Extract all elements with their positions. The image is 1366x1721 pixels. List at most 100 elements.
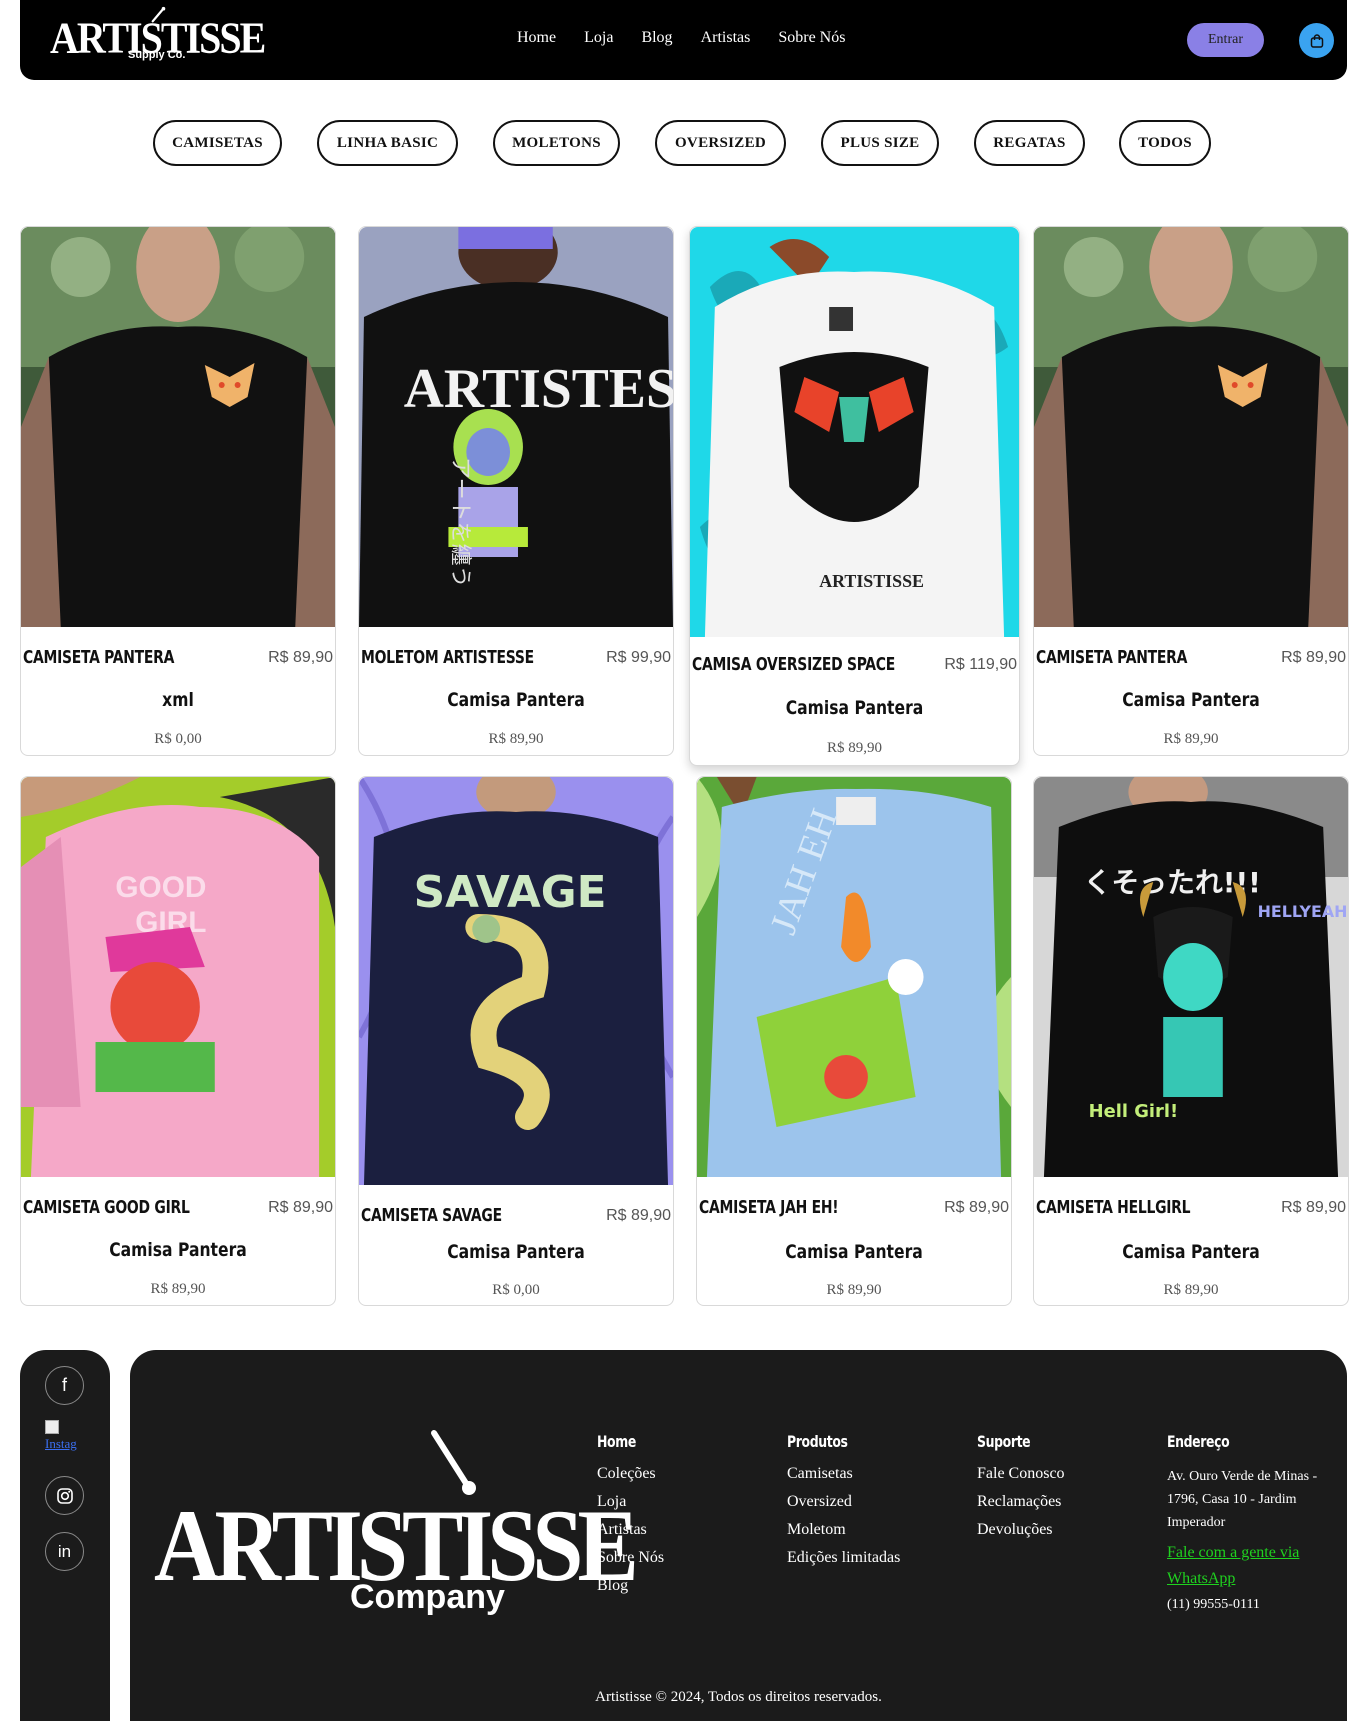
footer-link[interactable]: Sobre Nós	[597, 1549, 664, 1567]
product-name[interactable]: CAMISETA PANTERA	[23, 647, 174, 668]
category-plus-size[interactable]: PLUS SIZE	[821, 120, 939, 166]
footer-column-produtos: Produtos Camisetas Oversized Moletom Edi…	[787, 1432, 900, 1577]
svg-text:HELLYEAH: HELLYEAH	[1258, 902, 1348, 921]
product-card[interactable]: CAMISETA PANTERA R$ 89,90 xml R$ 0,00	[20, 226, 336, 756]
paintbrush-icon	[151, 6, 166, 23]
product-price: R$ 99,90	[606, 649, 671, 666]
logo-subtitle: Supply Co.	[128, 49, 186, 61]
nav-home[interactable]: Home	[517, 29, 556, 47]
product-subprice: R$ 89,90	[826, 1282, 882, 1298]
category-camisetas[interactable]: CAMISETAS	[153, 120, 282, 166]
product-card[interactable]: SAVAGE CAMISETA SAVAGE R$ 89,90 Camisa P…	[358, 776, 674, 1306]
product-card[interactable]: GOOD GIRL CAMISETA GOOD GIRL R$ 89,90 Ca…	[20, 776, 336, 1306]
login-button[interactable]: Entrar	[1187, 23, 1264, 57]
product-image[interactable]: SAVAGE	[359, 777, 673, 1185]
category-todos[interactable]: TODOS	[1119, 120, 1211, 166]
shopping-bag-icon	[1310, 33, 1323, 48]
product-name[interactable]: CAMISETA PANTERA	[1036, 647, 1187, 668]
product-price: R$ 89,90	[268, 649, 333, 666]
category-oversized[interactable]: OVERSIZED	[655, 120, 786, 166]
product-name[interactable]: CAMISETA SAVAGE	[361, 1205, 502, 1226]
main-nav: Home Loja Blog Artistas Sobre Nós	[517, 29, 873, 47]
product-name[interactable]: MOLETOM ARTISTESSE	[361, 647, 534, 668]
product-name[interactable]: CAMISETA JAH EH!	[699, 1197, 839, 1218]
product-subprice: R$ 0,00	[492, 1282, 540, 1298]
footer-link[interactable]: Blog	[597, 1577, 664, 1595]
linkedin-icon[interactable]: in	[45, 1532, 84, 1571]
footer-link[interactable]: Fale Conosco	[977, 1465, 1065, 1483]
product-price: R$ 89,90	[1281, 1199, 1346, 1216]
product-subtitle: Camisa Pantera	[1122, 1241, 1260, 1263]
cart-button[interactable]	[1299, 23, 1334, 58]
footer-column-title[interactable]: Produtos	[787, 1432, 875, 1451]
footer-link[interactable]: Oversized	[787, 1493, 900, 1511]
product-card[interactable]: CAMISETA PANTERA R$ 89,90 Camisa Pantera…	[1033, 226, 1349, 756]
category-regatas[interactable]: REGATAS	[974, 120, 1085, 166]
product-subtitle: Camisa Pantera	[447, 689, 585, 711]
product-subprice: R$ 0,00	[154, 731, 202, 747]
product-image[interactable]	[1034, 227, 1348, 627]
product-subprice: R$ 89,90	[1163, 1282, 1219, 1298]
product-image[interactable]: くそったれ!!! Hell Girl! HELLYEAH	[1034, 777, 1348, 1177]
product-price: R$ 119,90	[944, 656, 1017, 673]
nav-loja[interactable]: Loja	[584, 29, 613, 47]
product-card[interactable]: くそったれ!!! Hell Girl! HELLYEAH CAMISETA HE…	[1033, 776, 1349, 1306]
broken-image-alt: Instag	[45, 1436, 77, 1451]
footer-logo[interactable]: ARTISTISSE Company	[154, 1428, 639, 1628]
footer-link[interactable]: Devoluções	[977, 1521, 1065, 1539]
footer-column-home: Home Coleções Loja Artistas Sobre Nós Bl…	[597, 1432, 664, 1605]
footer-link[interactable]: Edições limitadas	[787, 1549, 900, 1567]
nav-sobre-nos[interactable]: Sobre Nós	[778, 29, 845, 47]
footer-link[interactable]: Moletom	[787, 1521, 900, 1539]
svg-text:GOOD: GOOD	[115, 871, 206, 904]
footer-link[interactable]: Artistas	[597, 1521, 664, 1539]
product-card[interactable]: ARTISTISSE CAMISA OVERSIZED SPACE R$ 119…	[689, 226, 1020, 766]
product-subtitle: Camisa Pantera	[1122, 689, 1260, 711]
category-linha-basic[interactable]: LINHA BASIC	[317, 120, 458, 166]
product-price: R$ 89,90	[606, 1207, 671, 1224]
top-navbar: ARTISTISSE Supply Co. Home Loja Blog Art…	[20, 0, 1347, 80]
product-subtitle: xml	[162, 689, 194, 711]
footer-column-title: Endereço	[1167, 1432, 1230, 1451]
svg-text:Hell Girl!: Hell Girl!	[1089, 1101, 1178, 1122]
product-image[interactable]: GOOD GIRL	[21, 777, 335, 1177]
svg-text:ARTISTISSE: ARTISTISSE	[819, 571, 924, 591]
product-subtitle: Camisa Pantera	[785, 1241, 923, 1263]
whatsapp-link[interactable]: Fale com a gente via WhatsApp	[1167, 1540, 1332, 1592]
brand-logo[interactable]: ARTISTISSE Supply Co.	[50, 6, 266, 68]
svg-text:アートを纏う: アートを纏う	[447, 457, 472, 588]
svg-text:ARTISTESSE: ARTISTESSE	[404, 358, 673, 420]
product-subprice: R$ 89,90	[826, 740, 882, 756]
footer-column-title[interactable]: Home	[597, 1432, 649, 1451]
category-moletons[interactable]: MOLETONS	[493, 120, 620, 166]
product-image[interactable]: JAH EH	[697, 777, 1011, 1177]
instagram-icon[interactable]	[45, 1476, 84, 1515]
copyright-text: Artistisse © 2024, Todos os direitos res…	[595, 1689, 882, 1705]
instagram-image-link[interactable]: Instag	[45, 1420, 87, 1451]
broken-image-icon	[45, 1420, 59, 1434]
footer-link[interactable]: Camisetas	[787, 1465, 900, 1483]
product-image[interactable]: ARTISTESSE アートを纏う	[359, 227, 673, 627]
product-image[interactable]: ARTISTISSE	[690, 227, 1019, 637]
footer-address: Av. Ouro Verde de Minas - 1796, Casa 10 …	[1167, 1469, 1318, 1530]
product-subprice: R$ 89,90	[150, 1281, 206, 1297]
product-name[interactable]: CAMISA OVERSIZED SPACE	[692, 654, 895, 675]
product-image[interactable]	[21, 227, 335, 627]
footer-column-suporte: Suporte Fale Conosco Reclamações Devoluç…	[977, 1432, 1065, 1549]
facebook-icon[interactable]: f	[45, 1366, 84, 1405]
footer-link[interactable]: Reclamações	[977, 1493, 1065, 1511]
product-subprice: R$ 89,90	[488, 731, 544, 747]
footer-link[interactable]: Loja	[597, 1493, 664, 1511]
product-price: R$ 89,90	[944, 1199, 1009, 1216]
product-card[interactable]: ARTISTESSE アートを纏う MOLETOM ARTISTESSE R$ …	[358, 226, 674, 756]
product-subtitle: Camisa Pantera	[785, 697, 924, 719]
nav-artistas[interactable]: Artistas	[701, 29, 751, 47]
product-card[interactable]: JAH EH CAMISETA JAH EH! R$ 89,90 Camisa …	[696, 776, 1012, 1306]
product-subtitle: Camisa Pantera	[109, 1239, 247, 1261]
footer-column-title[interactable]: Suporte	[977, 1432, 1045, 1451]
product-name[interactable]: CAMISETA HELLGIRL	[1036, 1197, 1191, 1218]
site-footer: ARTISTISSE Company Home Coleções Loja Ar…	[130, 1350, 1347, 1721]
product-name[interactable]: CAMISETA GOOD GIRL	[23, 1197, 190, 1218]
footer-link[interactable]: Coleções	[597, 1465, 664, 1483]
nav-blog[interactable]: Blog	[641, 29, 672, 47]
